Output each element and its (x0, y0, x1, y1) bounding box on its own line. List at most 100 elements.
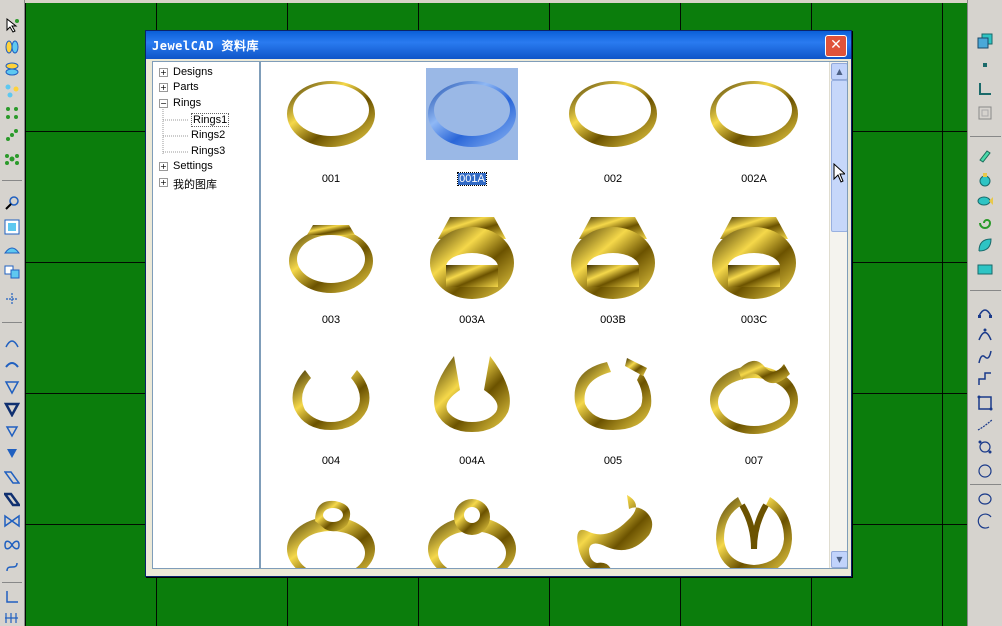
grid-dots-icon[interactable] (3, 104, 21, 122)
point-icon[interactable] (976, 56, 994, 74)
gallery-item-label: 007 (704, 455, 804, 467)
bowtie-icon[interactable] (3, 512, 21, 530)
dialog-titlebar[interactable]: JewelCAD 资料库 ✕ (146, 31, 851, 59)
tree-item[interactable]: Rings3 (191, 145, 225, 157)
ring-gallery: 001 001A 002 002A 003 003A 003B 003C 004 004A 005 0… (260, 61, 848, 569)
zoom-window-icon[interactable] (3, 218, 21, 236)
gallery-item-label: 001A (422, 172, 522, 186)
gallery-item[interactable]: 004A (422, 350, 522, 480)
tree-item[interactable]: Rings1 (191, 113, 230, 127)
curve-arrow-icon[interactable] (3, 356, 21, 374)
toolbar-divider (2, 180, 22, 181)
gallery-item[interactable] (281, 491, 381, 568)
gallery-item[interactable]: 004 (281, 350, 381, 480)
close-button[interactable]: ✕ (825, 35, 847, 57)
layers-icon[interactable] (976, 32, 994, 50)
mouse-cursor-icon (833, 162, 847, 187)
gallery-item[interactable] (704, 491, 804, 568)
gallery-item[interactable]: 001A (422, 68, 522, 198)
toolbar-divider (970, 136, 1001, 137)
arc-icon[interactable] (976, 512, 994, 530)
gallery-item-label: 002 (563, 173, 663, 185)
node-edit-icon[interactable] (976, 438, 994, 456)
align-icon[interactable] (3, 608, 21, 626)
gallery-item[interactable]: 003 (281, 209, 381, 339)
corner-icon[interactable] (976, 80, 994, 98)
box-icon[interactable] (976, 104, 994, 122)
select-icon[interactable] (3, 16, 21, 34)
cluster-icon[interactable] (3, 150, 21, 168)
circle-icon[interactable] (976, 462, 994, 480)
arc-view-icon[interactable] (3, 240, 21, 258)
tree-item[interactable]: 我的图库 (173, 176, 217, 192)
toolbar-divider (2, 582, 22, 583)
gallery-item-label: 005 (563, 455, 663, 467)
dome-icon[interactable] (3, 334, 21, 352)
gallery-item[interactable] (563, 491, 663, 568)
gallery-item-label: 003A (422, 314, 522, 326)
gallery-item-label: 003C (704, 314, 804, 326)
copy-view-icon[interactable] (3, 262, 21, 280)
stack-icon[interactable] (3, 60, 21, 78)
scroll-down-button[interactable]: ▼ (831, 551, 847, 568)
scroll-up-button[interactable]: ▲ (831, 63, 847, 80)
gallery-item-label: 004A (422, 455, 522, 467)
nodes-icon[interactable] (3, 82, 21, 100)
gallery-item-label: 004 (281, 455, 381, 467)
ring-thumbnail (708, 491, 800, 568)
parallelogram-icon[interactable] (3, 468, 21, 486)
bezier-hump-icon[interactable] (976, 326, 994, 344)
chain-icon[interactable] (3, 126, 21, 144)
gallery-item[interactable]: 002 (563, 68, 663, 198)
category-tree: + Designs + Parts − Rings Rings1 Rings2 Rings3 + S… (152, 61, 260, 569)
triangle-outline-icon[interactable] (3, 378, 21, 396)
triangle-filled-icon[interactable] (3, 444, 21, 462)
tree-expander-icon[interactable]: + (159, 178, 168, 187)
ring-thumbnail (285, 491, 377, 568)
magnifier-icon[interactable] (3, 194, 21, 212)
s-curve-icon[interactable] (3, 558, 21, 576)
point-add-icon[interactable] (3, 290, 21, 308)
gallery-item[interactable]: 003C (704, 209, 804, 339)
ring-thumbnail (285, 350, 377, 442)
gallery-item[interactable]: 003B (563, 209, 663, 339)
curve-join-icon[interactable] (976, 348, 994, 366)
triangle-small-icon[interactable] (3, 422, 21, 440)
gallery-item-label: 001 (281, 173, 381, 185)
gallery-item[interactable]: 001 (281, 68, 381, 198)
gallery-item[interactable]: 003A (422, 209, 522, 339)
tree-item[interactable]: Rings2 (191, 129, 225, 141)
fish-icon[interactable] (976, 192, 994, 210)
scroll-thumb[interactable] (831, 80, 847, 232)
infinity-icon[interactable] (3, 536, 21, 554)
gallery-item-label-text: 007 (744, 455, 764, 467)
axis-icon[interactable] (3, 588, 21, 606)
brush-icon[interactable] (976, 146, 994, 164)
gallery-item-label-text: 003B (600, 314, 626, 326)
bezier-icon[interactable] (976, 302, 994, 320)
spiral-icon[interactable] (976, 214, 994, 232)
slab-icon[interactable] (976, 260, 994, 278)
gallery-item[interactable]: 005 (563, 350, 663, 480)
ellipse-icon[interactable] (976, 490, 994, 508)
tree-expander-icon[interactable]: + (159, 162, 168, 171)
gallery-item-label: 003 (281, 314, 381, 326)
gallery-item[interactable] (422, 491, 522, 568)
gallery-item-label-text: 002 (603, 173, 623, 185)
gallery-item[interactable]: 007 (704, 350, 804, 480)
frame-icon[interactable] (976, 394, 994, 412)
gallery-scrollbar[interactable]: ▲ ▼ (829, 62, 847, 568)
triangle-bold-icon[interactable] (3, 400, 21, 418)
gallery-item-label-text: 003 (321, 314, 341, 326)
ring-thumbnail (285, 209, 377, 301)
ring-thumbnail (708, 350, 800, 442)
shell-icon[interactable] (976, 236, 994, 254)
gallery-item[interactable]: 002A (704, 68, 804, 198)
gem-bag-icon[interactable] (976, 170, 994, 188)
gallery-item-label: 003B (563, 314, 663, 326)
ellipse-pair-icon[interactable] (3, 38, 21, 56)
toolbar-divider (2, 322, 22, 323)
polyline-icon[interactable] (976, 416, 994, 434)
slant-bold-icon[interactable] (3, 490, 21, 508)
step-curve-icon[interactable] (976, 370, 994, 388)
